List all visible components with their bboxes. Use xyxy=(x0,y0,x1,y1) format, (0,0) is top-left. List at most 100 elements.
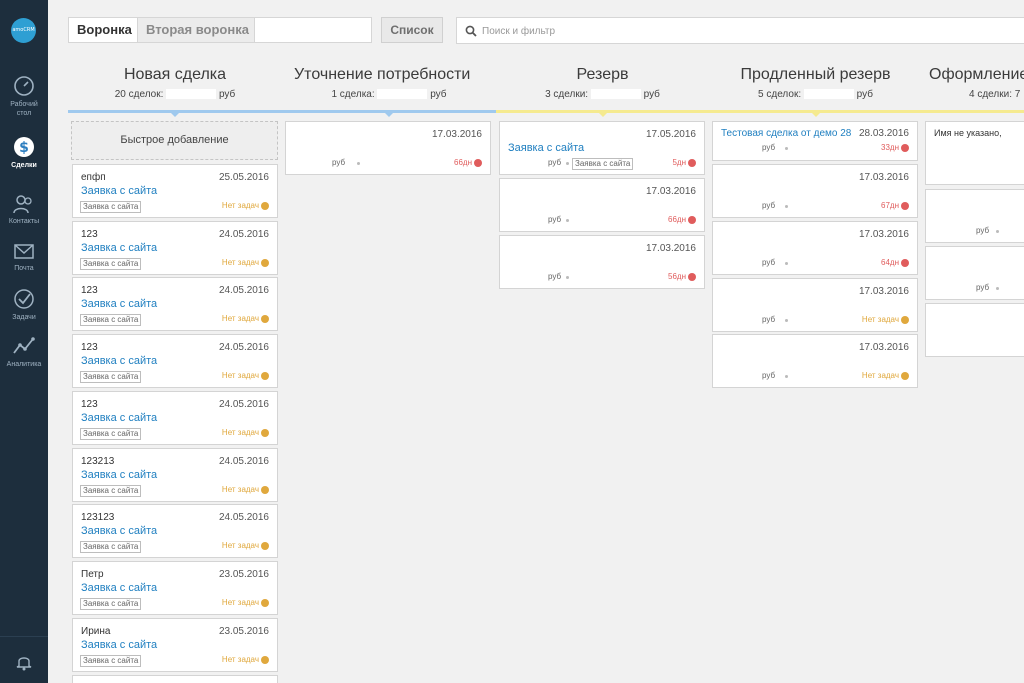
deal-date: 17.03.2016 xyxy=(858,172,909,183)
deal-card[interactable]: 123 24.05.2016 Заявка с сайта Заявка с с… xyxy=(72,277,278,331)
deal-tag[interactable]: Заявка с сайта xyxy=(80,655,142,667)
deal-card[interactable] xyxy=(925,303,1024,357)
search-icon xyxy=(465,25,477,37)
deal-card[interactable]: 17.03.2016 руб 64дн xyxy=(712,221,918,275)
sidebar-item-contacts[interactable]: Контакты xyxy=(0,193,48,226)
deal-date: 24.05.2016 xyxy=(218,399,269,410)
task-status: Нет задач xyxy=(221,485,259,494)
deal-tag[interactable]: Заявка с сайта xyxy=(80,541,142,553)
deal-card[interactable]: 17.03.2016 руб 56дн xyxy=(499,235,705,289)
separator-dot xyxy=(996,230,999,233)
deal-date: 25.05.2016 xyxy=(218,172,269,183)
deal-tag[interactable]: Заявка с сайта xyxy=(572,158,634,170)
sidebar-item-dashboard[interactable]: Рабочий стол xyxy=(0,74,48,118)
tab-new-funnel[interactable] xyxy=(254,17,372,43)
deal-card[interactable]: 123 24.05.2016 Заявка с сайта Заявка с с… xyxy=(72,221,278,275)
deal-date: 28.03.2016 xyxy=(858,128,909,139)
list-view-button[interactable]: Список xyxy=(381,17,443,43)
stage-bar xyxy=(922,110,1024,113)
deal-card[interactable]: 17.05.2016 Заявка с сайта руб Заявка с с… xyxy=(499,121,705,175)
quick-add-button[interactable]: Быстрое добавление xyxy=(71,121,278,160)
deal-card[interactable]: руб xyxy=(925,246,1024,300)
tab-funnel[interactable]: Воронка xyxy=(68,17,141,43)
separator-dot xyxy=(785,375,788,378)
deal-link[interactable]: Заявка с сайта xyxy=(81,582,157,594)
deal-amount-currency: руб xyxy=(332,158,346,167)
deal-card[interactable]: руб xyxy=(925,189,1024,243)
deal-card[interactable]: 17.03.2016 руб 66дн xyxy=(285,121,491,175)
deal-card[interactable]: 17.03.2016 руб 67дн xyxy=(712,164,918,218)
sidebar-item-deals[interactable]: $ Сделки xyxy=(0,133,48,170)
mail-icon xyxy=(14,244,34,259)
sidebar-item-label: Задачи xyxy=(12,314,36,321)
deal-card[interactable]: 123123 24.05.2016 Заявка с сайта Заявка … xyxy=(72,504,278,558)
deal-card[interactable]: епфп 25.05.2016 Заявка с сайта Заявка с … xyxy=(72,164,278,218)
status-dot xyxy=(688,273,696,281)
deal-card[interactable]: 123 24.05.2016 Заявка с сайта Заявка с с… xyxy=(72,334,278,388)
deal-card[interactable]: Тестовая сделка от демо 28 28.03.2016 ру… xyxy=(712,121,918,161)
deal-card[interactable] xyxy=(72,675,278,683)
deal-tag[interactable]: Заявка с сайта xyxy=(80,428,142,440)
deal-name: Ирина xyxy=(81,626,111,637)
deal-date: 17.03.2016 xyxy=(645,186,696,197)
stage-arrow xyxy=(170,112,180,117)
separator-dot xyxy=(785,147,788,150)
separator-dot xyxy=(785,205,788,208)
deal-name: 123123 xyxy=(81,512,115,523)
status-dot xyxy=(901,316,909,324)
status-dot xyxy=(261,656,269,664)
deal-card[interactable]: Ирина 23.05.2016 Заявка с сайта Заявка с… xyxy=(72,618,278,672)
deal-link[interactable]: Заявка с сайта xyxy=(81,412,157,424)
deal-link[interactable]: Заявка с сайта xyxy=(81,298,157,310)
sidebar-item-label: Почта xyxy=(14,265,34,272)
stage-arrow xyxy=(811,112,821,117)
deal-amount-currency: руб xyxy=(762,371,776,380)
column-summary: 5 сделок: руб xyxy=(709,89,922,100)
column-title: Уточнение потребности xyxy=(294,66,471,83)
status-dot xyxy=(261,486,269,494)
deal-link[interactable]: Заявка с сайта xyxy=(508,142,584,154)
column-summary: 20 сделок: руб xyxy=(68,89,282,100)
deal-card[interactable]: 123213 24.05.2016 Заявка с сайта Заявка … xyxy=(72,448,278,502)
column-summary: 3 сделки: руб xyxy=(496,89,709,100)
overdue-days: 5дн xyxy=(672,158,686,167)
deal-date: 17.03.2016 xyxy=(645,243,696,254)
status-dot xyxy=(261,372,269,380)
search-input[interactable]: Поиск и фильтр xyxy=(456,17,1024,44)
deal-link[interactable]: Тестовая сделка от демо 28 xyxy=(721,128,851,139)
currency: руб xyxy=(856,89,873,100)
deal-tag[interactable]: Заявка с сайта xyxy=(80,201,142,213)
deal-card[interactable]: 123 24.05.2016 Заявка с сайта Заявка с с… xyxy=(72,391,278,445)
deal-card[interactable]: Имя не указано, xyxy=(925,121,1024,185)
column-summary: 1 сделка: руб xyxy=(282,89,496,100)
deal-card[interactable]: 17.03.2016 руб 66дн xyxy=(499,178,705,232)
deal-link[interactable]: Заявка с сайта xyxy=(81,185,157,197)
deal-name: 123 xyxy=(81,399,98,410)
bell-icon[interactable] xyxy=(14,652,34,672)
deal-card[interactable]: Петр 23.05.2016 Заявка с сайта Заявка с … xyxy=(72,561,278,615)
deal-link[interactable]: Заявка с сайта xyxy=(81,469,157,481)
deal-tag[interactable]: Заявка с сайта xyxy=(80,258,142,270)
column-title: Резерв xyxy=(576,66,629,83)
deal-tag[interactable]: Заявка с сайта xyxy=(80,485,142,497)
deal-link[interactable]: Заявка с сайта xyxy=(81,355,157,367)
deal-link[interactable]: Заявка с сайта xyxy=(81,525,157,537)
deal-link[interactable]: Заявка с сайта xyxy=(81,242,157,254)
task-status: Нет задач xyxy=(221,201,259,210)
sidebar-item-analytics[interactable]: Аналитика xyxy=(0,334,48,369)
deal-tag[interactable]: Заявка с сайта xyxy=(80,371,142,383)
sidebar-item-mail[interactable]: Почта xyxy=(0,240,48,273)
tab-second-funnel[interactable]: Вторая воронка xyxy=(137,17,258,43)
deal-amount-currency: руб xyxy=(976,226,990,235)
deal-link[interactable]: Заявка с сайта xyxy=(81,639,157,651)
column-title: Продленный резерв xyxy=(740,66,891,83)
deal-card[interactable]: 17.03.2016 руб Нет задач xyxy=(712,278,918,332)
deal-tag[interactable]: Заявка с сайта xyxy=(80,314,142,326)
separator-dot xyxy=(357,162,360,165)
currency: руб xyxy=(218,89,236,100)
sidebar-item-tasks[interactable]: Задачи xyxy=(0,287,48,322)
status-dot xyxy=(901,259,909,267)
deal-tag[interactable]: Заявка с сайта xyxy=(80,598,142,610)
logo[interactable]: amoCRM xyxy=(11,18,36,43)
deal-card[interactable]: 17.03.2016 руб Нет задач xyxy=(712,334,918,388)
